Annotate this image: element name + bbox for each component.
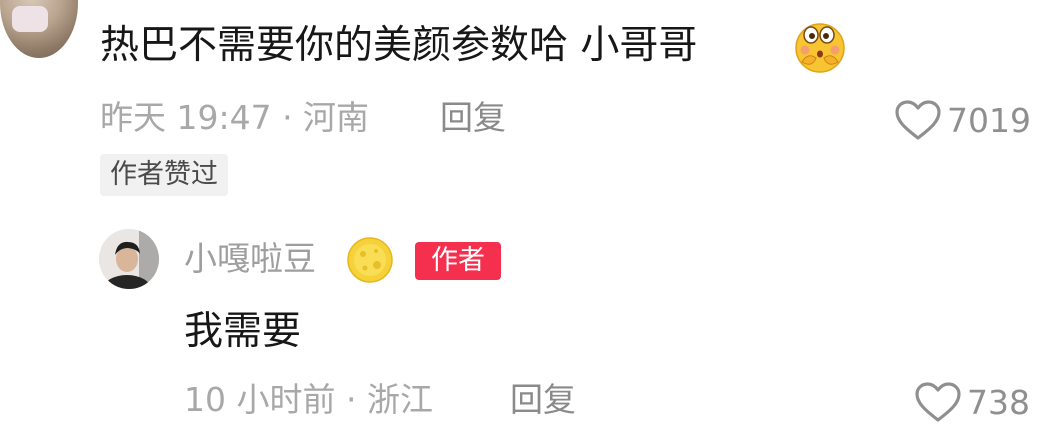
shy-face-emoji-icon: [795, 23, 845, 73]
reply-username[interactable]: 小嘎啦豆: [184, 234, 316, 284]
reply-reply-button[interactable]: 回复: [510, 376, 576, 424]
heart-icon: [915, 382, 961, 422]
commenter-avatar[interactable]: [0, 0, 78, 58]
comment-text: 热巴不需要你的美颜参数哈 小哥哥: [100, 23, 698, 68]
like-count: 7019: [947, 100, 1031, 140]
reply-text: 我需要: [184, 309, 302, 354]
gold-moon-icon: [347, 237, 393, 283]
comment-time-location: 昨天 19:47 · 河南: [100, 98, 370, 137]
heart-icon: [895, 100, 941, 140]
reply-avatar[interactable]: [99, 229, 159, 289]
reply-time-location: 10 小时前 · 浙江: [184, 380, 433, 419]
author-liked-badge: 作者赞过: [100, 154, 228, 196]
reply-button[interactable]: 回复: [440, 94, 506, 142]
reply-like-count: 738: [967, 382, 1030, 422]
reply-like-button[interactable]: 738: [913, 378, 1030, 426]
like-button[interactable]: 7019: [893, 96, 1031, 144]
person-avatar-icon: [99, 229, 159, 289]
author-badge: 作者: [415, 242, 501, 280]
